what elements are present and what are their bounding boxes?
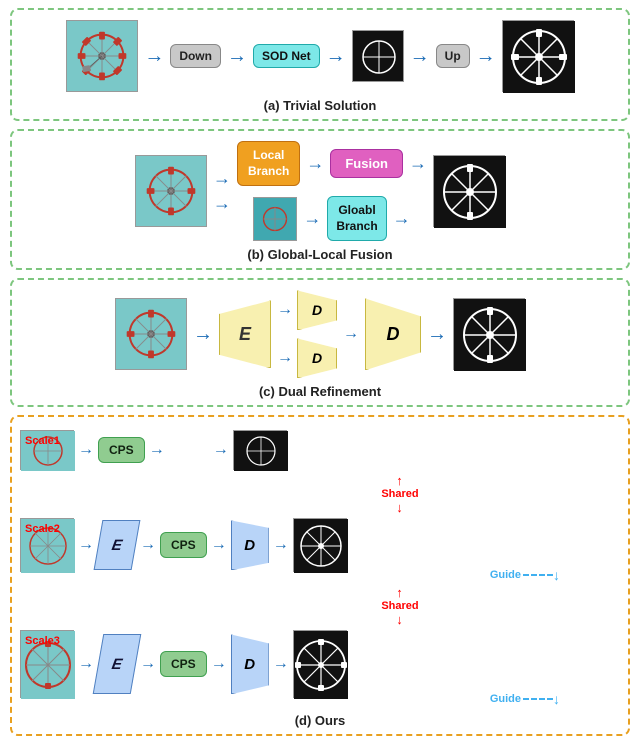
section-a: Down SOD Net Up — [10, 8, 630, 121]
arrow-2a — [227, 45, 247, 68]
sod-net-box: SOD Net — [253, 44, 320, 68]
scale3-label: Scale3 — [25, 635, 60, 647]
small-decoder-2: D — [297, 338, 337, 378]
result-image-c — [453, 298, 525, 370]
up-box: Up — [436, 44, 470, 68]
large-decoder-c: D — [365, 298, 421, 370]
scale1-label: Scale1 — [25, 435, 60, 447]
cps-box-1: CPS — [98, 437, 145, 463]
encoder-d3: E — [93, 634, 142, 694]
section-d-label: (d) Ours — [20, 713, 620, 728]
global-thumb — [253, 197, 297, 241]
scale3-image: Scale3 — [20, 630, 74, 698]
scale1-image: Scale1 — [20, 430, 74, 470]
arrow-c1 — [193, 323, 213, 346]
result-image-b — [433, 155, 505, 227]
section-a-label: (a) Trivial Solution — [20, 98, 620, 113]
cps-box-3: CPS — [160, 651, 207, 677]
global-branch-box: GloablBranch — [327, 196, 386, 241]
section-c-label: (c) Dual Refinement — [20, 384, 620, 399]
decoder-d3: D — [231, 634, 269, 694]
arrow-c2 — [427, 323, 447, 346]
shared-1: ↑ Shared ↓ — [20, 473, 620, 515]
intermediate-result-a — [352, 30, 404, 82]
arrow-4a — [410, 45, 430, 68]
scale2-image: Scale2 — [20, 518, 74, 572]
section-d: Scale1 → CPS → → ↑ Shared — [10, 415, 630, 736]
encoder-d2: E — [94, 520, 141, 570]
input-image-c — [115, 298, 187, 370]
decoder-d2: D — [231, 520, 269, 570]
section-b: → → LocalBranch → Fusion → — [10, 129, 630, 270]
local-branch-box: LocalBranch — [237, 141, 300, 186]
arrow-5a — [476, 45, 496, 68]
input-image-a — [66, 20, 138, 92]
encoder-c: E — [219, 300, 271, 368]
arrow-1a — [144, 45, 164, 68]
input-image-b — [135, 155, 207, 227]
scale1-row: Scale1 → CPS → → — [20, 430, 620, 470]
shared-2: ↑ Shared ↓ — [20, 585, 620, 627]
section-b-label: (b) Global-Local Fusion — [20, 247, 620, 262]
result-scale2 — [293, 518, 347, 572]
scale2-label: Scale2 — [25, 523, 60, 535]
result-scale1 — [233, 430, 287, 470]
section-c: E → D → D → D — [10, 278, 630, 407]
arrow-3a — [326, 45, 346, 68]
small-decoder-1: D — [297, 290, 337, 330]
down-box: Down — [170, 44, 221, 68]
cps-box-2: CPS — [160, 532, 207, 558]
scale3-row: Scale3 → E → CPS → D → — [20, 630, 620, 698]
fusion-box: Fusion — [330, 149, 403, 178]
scale2-row: Scale2 → E → CPS → D → — [20, 518, 620, 572]
result-scale3 — [293, 630, 347, 698]
result-image-a — [502, 20, 574, 92]
